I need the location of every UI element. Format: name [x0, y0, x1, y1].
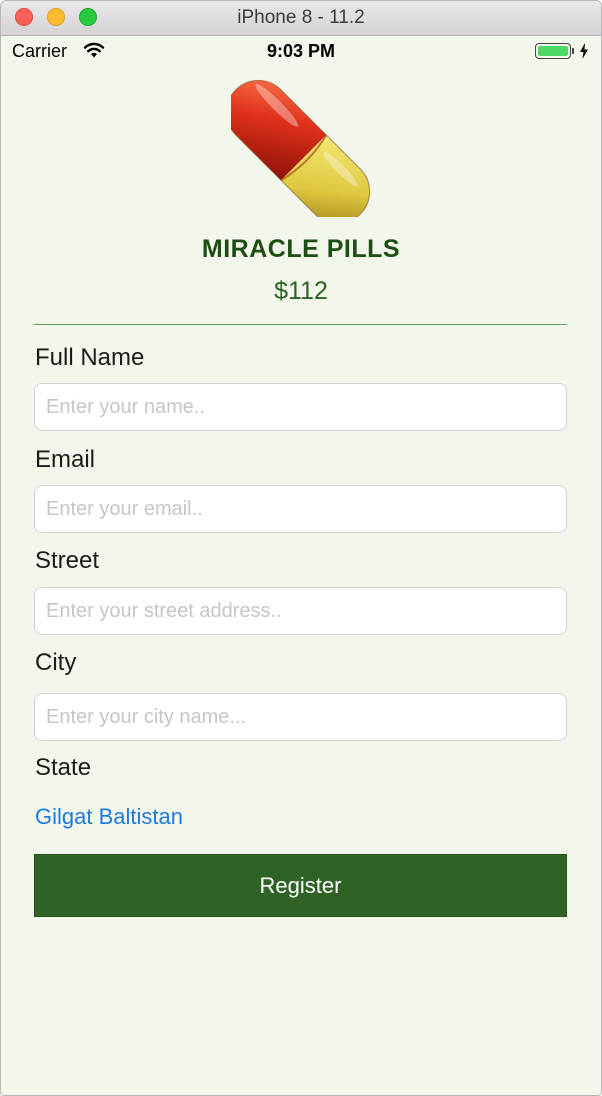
register-button[interactable]: Register	[34, 854, 567, 917]
window-title: iPhone 8 - 11.2	[237, 7, 365, 28]
city-input[interactable]	[34, 693, 567, 741]
city-label: City	[35, 649, 77, 676]
email-input[interactable]	[34, 485, 567, 533]
battery-icon	[535, 43, 571, 59]
divider	[34, 324, 567, 325]
product-price: $112	[274, 277, 328, 305]
state-label: State	[35, 754, 92, 781]
charging-bolt-icon	[580, 43, 588, 59]
pill-capsule-image	[231, 77, 371, 217]
product-title: MIRACLE PILLS	[201, 235, 401, 263]
ios-status-bar: Carrier 9:03 PM	[1, 36, 601, 68]
email-label: Email	[35, 446, 96, 473]
window-titlebar[interactable]: iPhone 8 - 11.2	[1, 1, 601, 36]
battery-cap	[572, 48, 574, 54]
state-picker[interactable]: Gilgat Baltistan	[35, 804, 183, 830]
simulator-window: iPhone 8 - 11.2 Carrier 9:03 PM MIRACLE …	[0, 0, 602, 1096]
street-input[interactable]	[34, 587, 567, 635]
status-time: 9:03 PM	[266, 41, 336, 61]
full-name-label: Full Name	[35, 344, 145, 371]
full-name-input[interactable]	[34, 383, 567, 431]
street-label: Street	[35, 547, 100, 574]
